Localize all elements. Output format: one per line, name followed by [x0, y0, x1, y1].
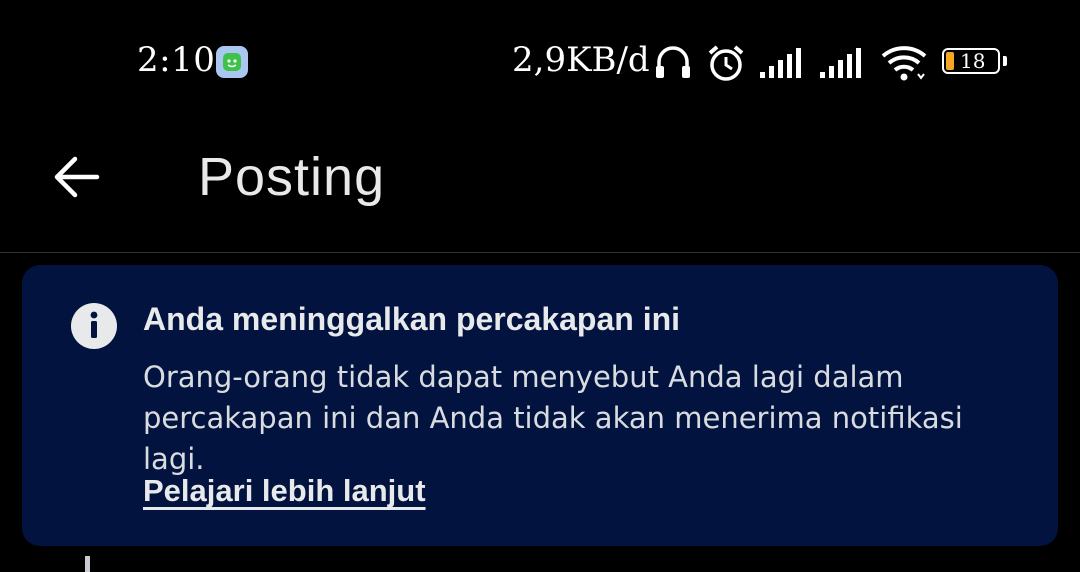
thread-connector-line	[85, 556, 90, 572]
status-bar: 2:10 2,9KB/d 18	[0, 0, 1080, 120]
signal-icon	[760, 48, 808, 82]
back-button[interactable]	[44, 144, 110, 210]
battery-level: 18	[960, 49, 986, 73]
wifi-icon	[880, 44, 930, 86]
battery-icon: 18	[942, 48, 1007, 74]
notice-body: Orang-orang tidak dapat menyebut Anda la…	[143, 357, 1023, 480]
info-icon	[70, 302, 118, 350]
app-header: Posting	[0, 120, 1080, 253]
alarm-icon	[706, 44, 746, 86]
page-title: Posting	[198, 147, 386, 207]
app-notification-icon	[216, 46, 248, 78]
notice-title: Anda meninggalkan percakapan ini	[143, 301, 681, 337]
learn-more-link[interactable]: Pelajari lebih lanjut	[143, 473, 426, 509]
notice-body-line: Orang-orang tidak dapat menyebut Anda la…	[143, 360, 904, 394]
arrow-left-icon	[54, 156, 100, 198]
headphones-icon	[654, 44, 692, 84]
status-time: 2:10	[137, 40, 216, 80]
status-indicators: 2,9KB/d 18	[512, 40, 1012, 84]
notice-body-line: percakapan ini dan Anda tidak akan mener…	[143, 401, 963, 476]
signal-icon	[820, 48, 868, 82]
conversation-left-notice: Anda meninggalkan percakapan ini Orang-o…	[22, 265, 1058, 546]
network-speed: 2,9KB/d	[512, 40, 650, 80]
